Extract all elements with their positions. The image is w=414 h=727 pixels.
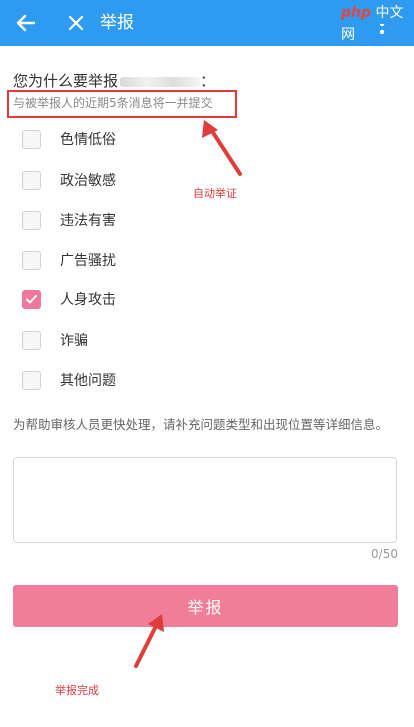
arrow-left-icon[interactable] — [12, 9, 40, 37]
annotation-auto-evidence: 自动举证 — [193, 187, 237, 200]
reason-heading: 您为什么要举报 ： — [13, 70, 215, 92]
blurred-username — [120, 76, 201, 87]
site-watermark: php 中文网 — [337, 2, 414, 43]
checkbox[interactable] — [22, 171, 41, 190]
annotation-report-done: 举报完成 — [55, 684, 99, 697]
option-illegal[interactable]: 违法有害 — [22, 209, 222, 233]
option-label: 人身攻击 — [60, 292, 116, 308]
option-label: 其他问题 — [60, 373, 116, 389]
option-label: 色情低俗 — [60, 132, 116, 148]
option-label: 诈骗 — [60, 333, 88, 349]
checkbox[interactable] — [22, 211, 41, 230]
notice-text: 与被举报人的近期5条消息将一并提交 — [13, 96, 213, 110]
reason-heading-text: 您为什么要举报 — [13, 72, 119, 90]
check-icon — [26, 295, 37, 304]
helper-text: 为帮助审核人员更快处理，请补充问题类型和出现位置等详细信息。 — [13, 417, 389, 432]
report-submit-button[interactable]: 举报 — [13, 585, 398, 627]
checkbox[interactable] — [22, 331, 41, 350]
page-title: 举报 — [100, 13, 134, 33]
option-label: 政治敏感 — [60, 173, 116, 189]
checkbox[interactable] — [22, 371, 41, 390]
close-icon[interactable] — [62, 9, 90, 37]
option-political[interactable]: 政治敏感 — [22, 169, 222, 193]
char-counter: 0/50 — [371, 547, 398, 561]
details-input[interactable] — [13, 457, 397, 543]
checkbox[interactable] — [22, 130, 41, 149]
option-other[interactable]: 其他问题 — [22, 369, 222, 393]
option-sexual-vulgar[interactable]: 色情低俗 — [22, 128, 222, 152]
watermark-php: php — [341, 5, 372, 21]
option-label: 违法有害 — [60, 213, 116, 229]
option-ad-harassment[interactable]: 广告骚扰 — [22, 249, 222, 273]
option-label: 广告骚扰 — [60, 253, 116, 269]
option-personal-attack[interactable]: 人身攻击 — [22, 288, 222, 312]
checkbox[interactable] — [22, 251, 41, 270]
option-fraud[interactable]: 诈骗 — [22, 329, 222, 353]
reason-heading-suffix: ： — [200, 72, 216, 90]
checkbox-checked[interactable] — [22, 290, 41, 309]
